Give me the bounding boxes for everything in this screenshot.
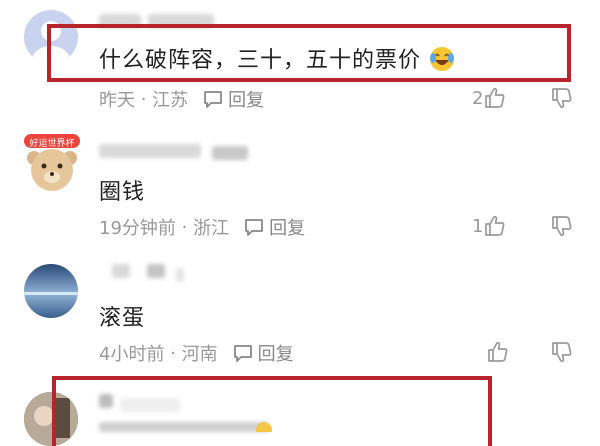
comment-time: 19分钟前 [99, 218, 176, 239]
reply-button[interactable]: 回复 [202, 86, 264, 112]
reply-label: 回复 [269, 218, 306, 239]
emoji-cutoff-icon [256, 422, 272, 432]
dislike-button[interactable] [550, 214, 574, 242]
comment-location: 河南 [181, 344, 218, 365]
like-button[interactable]: 2 [472, 86, 507, 110]
like-button[interactable]: 1 [472, 214, 507, 238]
thumbs-down-icon [552, 88, 572, 109]
thumbs-down-icon [552, 342, 572, 363]
comment-time: 4小时前 [99, 344, 165, 365]
comment-item: 滚蛋 4小时前 · 河南 回复 [0, 250, 600, 370]
comment-text: 什么破阵容，三十，五十的票价 [99, 42, 455, 74]
comment-text: 圈钱 [99, 180, 146, 205]
reply-icon [204, 91, 223, 108]
comment-location: 浙江 [193, 218, 230, 239]
avatar-badge-text: 好运世界杯 [29, 139, 75, 149]
reply-label: 回复 [257, 344, 294, 365]
comment-item: 好运世界杯 圈钱 19分钟前 · 浙江 回复 1 [0, 120, 600, 250]
laughing-crying-emoji-icon [430, 47, 455, 71]
comment-meta: 19分钟前 · 浙江 回复 [99, 214, 305, 240]
username-blurred[interactable] [212, 146, 248, 160]
username-blurred[interactable] [99, 144, 201, 158]
username-blurred[interactable] [147, 264, 165, 278]
dislike-button[interactable] [550, 86, 574, 114]
comment-item: 什么破阵容，三十，五十的票价 昨天 · 江苏 回复 2 [0, 0, 600, 120]
like-count: 2 [472, 87, 484, 109]
reply-button[interactable]: 回复 [232, 340, 294, 366]
like-count: 1 [472, 215, 484, 237]
reply-button[interactable]: 回复 [243, 214, 305, 240]
comment-item [0, 370, 600, 446]
dislike-button[interactable] [550, 340, 574, 368]
avatar[interactable]: 好运世界杯 [22, 128, 82, 196]
username-blurred[interactable] [112, 264, 130, 278]
thumbs-up-icon [488, 341, 508, 362]
comment-location: 江苏 [152, 90, 189, 111]
reply-icon [233, 345, 252, 362]
username-blurred[interactable] [99, 394, 113, 408]
comment-meta: 4小时前 · 河南 回复 [99, 340, 294, 366]
comment-text-cutoff [99, 422, 269, 432]
reply-label: 回复 [228, 90, 265, 111]
landscape-avatar-icon [24, 264, 78, 318]
like-button[interactable] [486, 340, 510, 364]
username-blurred[interactable] [120, 398, 180, 412]
comment-time: 昨天 [99, 90, 135, 111]
username-blurred[interactable] [176, 268, 184, 282]
reply-icon [245, 219, 263, 236]
avatar[interactable] [24, 264, 78, 318]
thumbs-down-icon [552, 216, 572, 237]
highlight-box [52, 376, 492, 446]
thumbs-up-icon [485, 87, 505, 108]
thumbs-up-icon [485, 215, 505, 236]
comment-meta: 昨天 · 江苏 回复 [99, 86, 264, 112]
comment-text: 滚蛋 [99, 306, 146, 331]
